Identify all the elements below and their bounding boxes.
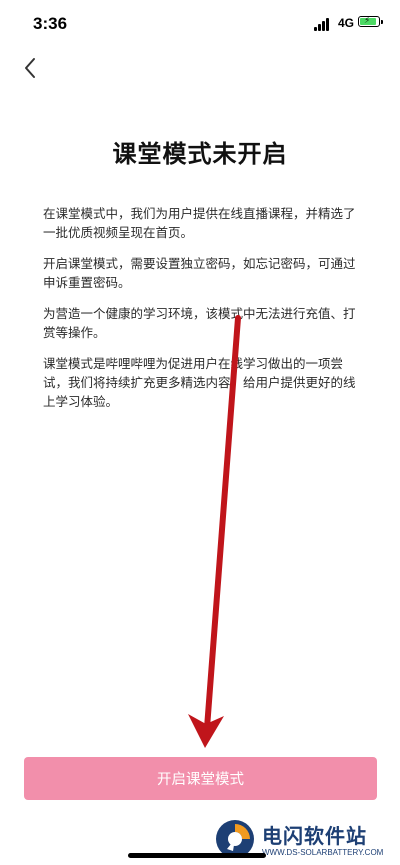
battery-charging-icon: ⚡ (358, 16, 383, 27)
watermark-url: WWW.DS-SOLARBATTERY.COM (262, 848, 384, 857)
description-paragraph: 在课堂模式中，我们为用户提供在线直播课程，并精选了一批优质视频呈现在首页。 (43, 206, 356, 240)
annotation-arrow (188, 315, 241, 748)
status-bar: 3:36 4G ⚡ (0, 0, 400, 48)
description-paragraph: 课堂模式是哔哩哔哩为促进用户在线学习做出的一项尝试，我们将持续扩充更多精选内容，… (43, 356, 356, 409)
home-indicator[interactable] (128, 853, 266, 858)
page-title: 课堂模式未开启 (112, 140, 288, 168)
status-time: 3:36 (33, 14, 68, 33)
description-content: 在课堂模式中，我们为用户提供在线直播课程，并精选了一批优质视频呈现在首页。 开启… (43, 204, 361, 423)
back-button[interactable] (18, 55, 44, 81)
chevron-left-icon (25, 58, 35, 78)
enable-classroom-mode-button[interactable]: 开启课堂模式 (24, 757, 377, 800)
description-paragraph: 为营造一个健康的学习环境，该模式中无法进行充值、打赏等操作。 (43, 306, 356, 340)
description-paragraph: 开启课堂模式，需要设置独立密码，如忘记密码，可通过申诉重置密码。 (43, 256, 356, 290)
network-type-label: 4G (338, 16, 355, 30)
signal-icon (314, 18, 334, 31)
watermark-name: 电闪软件站 (262, 824, 367, 848)
